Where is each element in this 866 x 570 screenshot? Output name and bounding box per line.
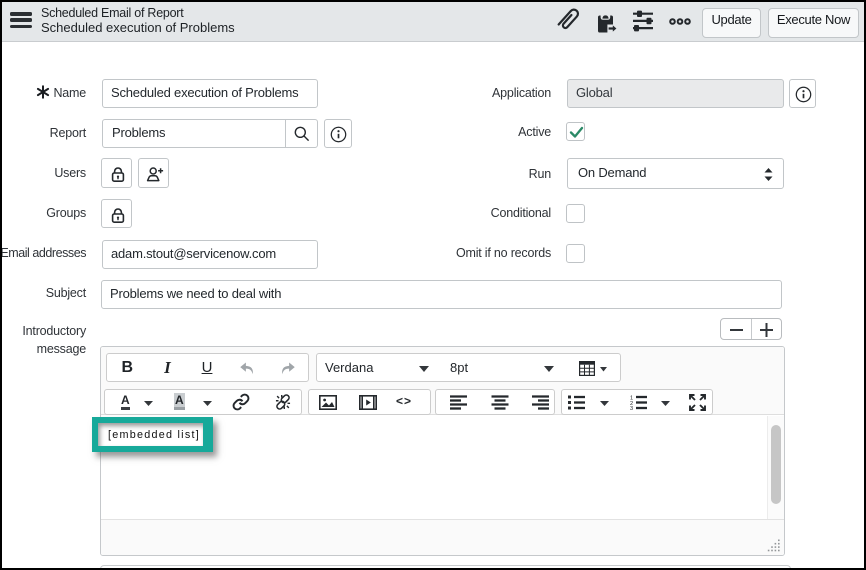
- svg-text:3: 3: [630, 406, 633, 410]
